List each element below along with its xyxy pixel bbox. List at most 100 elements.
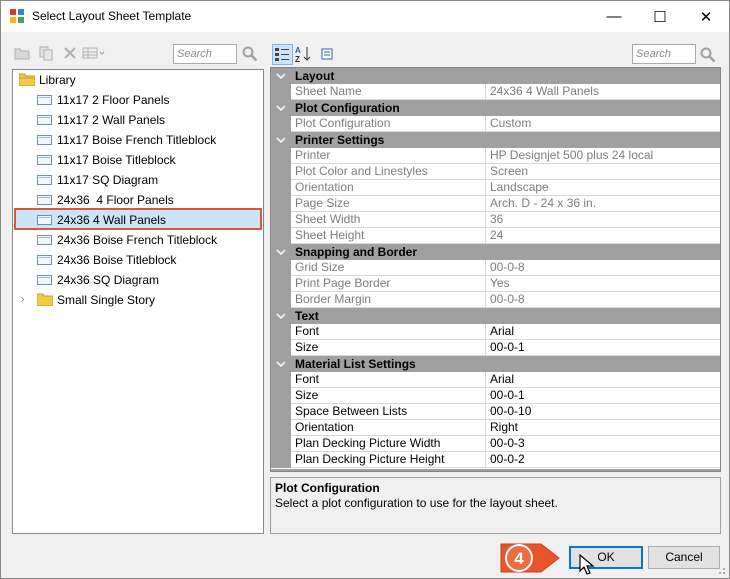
property-row[interactable]: Plot Configuration Custom xyxy=(271,116,720,132)
category-row[interactable]: Plot Configuration xyxy=(271,100,720,116)
tree-item[interactable]: 24x36 Boise French Titleblock xyxy=(17,230,257,250)
property-row[interactable]: Plan Decking Picture Width 00-0-3 xyxy=(271,436,720,452)
property-row[interactable]: Sheet Width 36 xyxy=(271,212,720,228)
row-gutter xyxy=(271,388,291,404)
row-gutter xyxy=(271,196,291,212)
property-value[interactable]: 00-0-2 xyxy=(486,452,720,468)
view-options-icon[interactable] xyxy=(82,45,106,61)
svg-text:Z: Z xyxy=(295,55,300,63)
property-row[interactable]: Font Arial xyxy=(271,372,720,388)
property-value[interactable]: 00-0-1 xyxy=(486,388,720,404)
property-value[interactable]: 00-0-10 xyxy=(486,404,720,420)
property-row[interactable]: Space Between Lists 00-0-10 xyxy=(271,404,720,420)
property-row[interactable]: Font Arial xyxy=(271,324,720,340)
tree-item-label: 11x17 Boise French Titleblock xyxy=(57,133,217,147)
library-tree[interactable]: Library 11x17 2 Floor Panels 11x17 2 Wall… xyxy=(12,69,264,534)
search-icon[interactable] xyxy=(242,46,258,62)
row-gutter xyxy=(271,276,291,292)
property-value[interactable]: Arial xyxy=(486,372,720,388)
property-value[interactable]: Arial xyxy=(486,324,720,340)
category-label: Material List Settings xyxy=(295,357,416,371)
property-name: Font xyxy=(291,372,486,388)
maximize-button[interactable]: ☐ xyxy=(637,1,683,32)
delete-icon[interactable] xyxy=(62,45,78,61)
category-row[interactable]: Layout xyxy=(271,68,720,84)
category-row[interactable]: Material List Settings xyxy=(271,356,720,372)
property-row[interactable]: Orientation Right xyxy=(271,420,720,436)
property-value: Yes xyxy=(486,276,720,292)
property-row[interactable]: Border Margin 00-0-8 xyxy=(271,292,720,308)
collapse-icon[interactable] xyxy=(276,311,286,321)
property-name: Sheet Name xyxy=(291,84,486,100)
collapse-icon[interactable] xyxy=(276,71,286,81)
property-row[interactable]: Printer HP Designjet 500 plus 24 local xyxy=(271,148,720,164)
property-row[interactable]: Orientation Landscape xyxy=(271,180,720,196)
property-value[interactable]: Right xyxy=(486,420,720,436)
row-gutter xyxy=(271,340,291,356)
property-row[interactable]: Plan Decking Picture Height 00-0-2 xyxy=(271,452,720,468)
description-text: Select a plot configuration to use for t… xyxy=(275,496,558,510)
maximize-icon: ☐ xyxy=(653,8,667,26)
property-name: Sheet Height xyxy=(291,228,486,244)
property-row[interactable]: Size 00-0-1 xyxy=(271,340,720,356)
app-icon xyxy=(10,9,24,23)
tree-item[interactable]: 11x17 Boise French Titleblock xyxy=(17,130,257,150)
property-row[interactable]: Size 00-0-1 xyxy=(271,388,720,404)
property-row[interactable]: Sheet Name 24x36 4 Wall Panels xyxy=(271,84,720,100)
tree-item[interactable]: 11x17 Boise Titleblock xyxy=(17,150,257,170)
tree-folder-small-single-story[interactable]: › Small Single Story xyxy=(17,290,257,310)
resize-grip-icon[interactable] xyxy=(716,565,726,575)
collapse-icon[interactable] xyxy=(276,247,286,257)
search-icon[interactable] xyxy=(700,47,716,63)
step-badge-number: 4 xyxy=(514,549,524,568)
row-gutter xyxy=(271,420,291,436)
property-value: 00-0-8 xyxy=(486,260,720,276)
svg-text:A: A xyxy=(295,46,301,55)
tree-item[interactable]: 11x17 2 Wall Panels xyxy=(17,110,257,130)
tree-item[interactable]: 24x36 4 Floor Panels xyxy=(17,190,257,210)
property-value: 24x36 4 Wall Panels xyxy=(486,84,720,100)
property-row[interactable]: Page Size Arch. D - 24 x 36 in. xyxy=(271,196,720,212)
collapse-icon[interactable] xyxy=(276,359,286,369)
tree-item[interactable]: 11x17 SQ Diagram xyxy=(17,170,257,190)
property-grid[interactable]: Layout Sheet Name 24x36 4 Wall Panels Plot … xyxy=(270,67,721,472)
collapse-icon[interactable] xyxy=(276,135,286,145)
property-row[interactable]: Plot Color and Linestyles Screen xyxy=(271,164,720,180)
property-value: 00-0-8 xyxy=(486,292,720,308)
category-row[interactable]: Snapping and Border xyxy=(271,244,720,260)
collapse-icon[interactable] xyxy=(276,103,286,113)
close-button[interactable]: ✕ xyxy=(683,1,729,32)
minimize-button[interactable]: — xyxy=(591,1,637,32)
property-value[interactable]: 00-0-1 xyxy=(486,340,720,356)
categorized-view-button[interactable] xyxy=(272,44,293,65)
chevron-right-icon[interactable]: › xyxy=(21,290,24,310)
property-row[interactable]: Print Page Border Yes xyxy=(271,276,720,292)
property-pages-button[interactable] xyxy=(318,44,339,65)
title-bar[interactable]: Select Layout Sheet Template — ☐ ✕ xyxy=(1,1,729,32)
alphabetical-sort-button[interactable]: A Z xyxy=(294,44,315,65)
tree-item-label: 24x36 SQ Diagram xyxy=(57,273,160,287)
tree-item[interactable]: 24x36 Boise Titleblock xyxy=(17,250,257,270)
property-row[interactable]: Grid Size 00-0-8 xyxy=(271,260,720,276)
tree-item[interactable]: 11x17 2 Floor Panels xyxy=(17,90,257,110)
tree-item-label: 24x36 Boise French Titleblock xyxy=(57,233,218,247)
tree-item[interactable]: 24x36 4 Wall Panels xyxy=(17,210,257,230)
sheet-page-icon xyxy=(37,195,52,205)
property-value[interactable]: 00-0-3 xyxy=(486,436,720,452)
properties-search-input[interactable]: Search xyxy=(632,44,696,64)
category-row[interactable]: Text xyxy=(271,308,720,324)
property-name: Size xyxy=(291,388,486,404)
cancel-button[interactable]: Cancel xyxy=(648,546,720,569)
property-name: Orientation xyxy=(291,180,486,196)
tree-root-library[interactable]: Library xyxy=(17,70,257,90)
tree-item[interactable]: 24x36 SQ Diagram xyxy=(17,270,257,290)
copy-icon[interactable] xyxy=(38,45,54,61)
tree-item-label: 11x17 2 Wall Panels xyxy=(57,113,166,127)
row-gutter xyxy=(271,324,291,340)
category-row[interactable]: Printer Settings xyxy=(271,132,720,148)
category-label: Printer Settings xyxy=(295,133,385,147)
property-value: 24 xyxy=(486,228,720,244)
library-search-input[interactable]: Search xyxy=(173,44,237,64)
new-folder-icon[interactable] xyxy=(14,45,30,61)
property-row[interactable]: Sheet Height 24 xyxy=(271,228,720,244)
